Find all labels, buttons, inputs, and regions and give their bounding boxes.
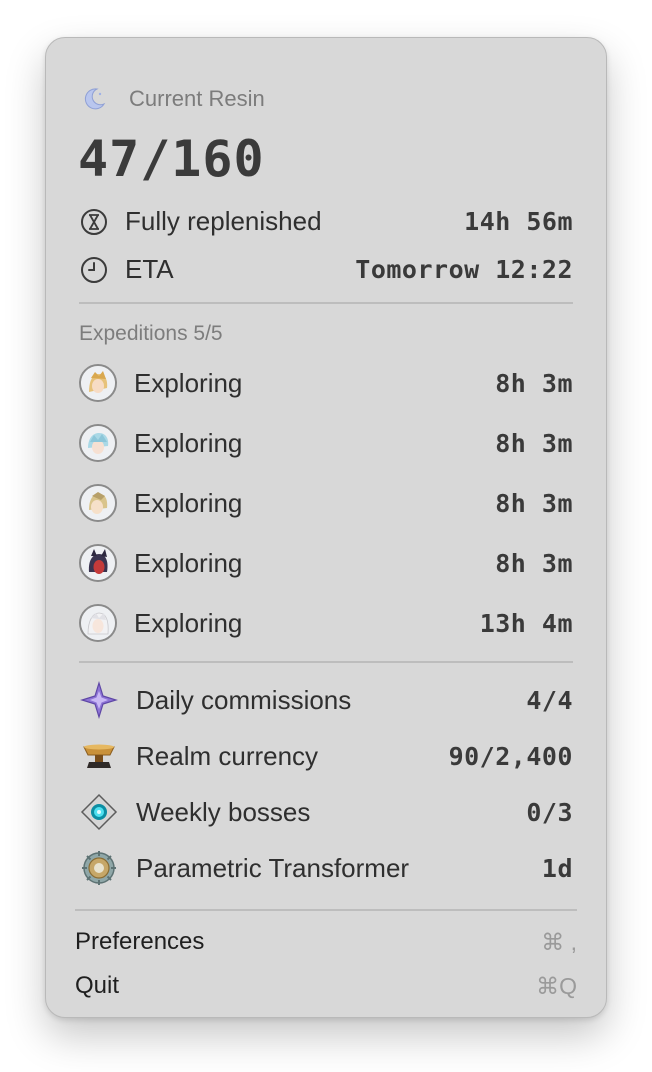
- weekly-bosses-label: Weekly bosses: [136, 796, 311, 827]
- preferences-label: Preferences: [75, 928, 205, 955]
- fully-replenished-label: Fully replenished: [125, 206, 322, 236]
- expedition-row: Exploring 8h 3m: [79, 424, 573, 462]
- daily-commission-icon: [79, 680, 119, 720]
- expedition-row: Exploring 8h 3m: [79, 364, 573, 402]
- quit-menu-item[interactable]: Quit ⌘Q: [75, 972, 577, 1000]
- daily-commissions-label: Daily commissions: [136, 684, 352, 715]
- fully-replenished-row: Fully replenished 14h 56m: [79, 206, 573, 237]
- separator: [79, 661, 573, 663]
- resin-menu-panel: Current Resin 47/160 Fully replenished 1…: [45, 37, 607, 1018]
- expedition-time: 13h 4m: [479, 608, 573, 638]
- clock-icon: [79, 255, 109, 285]
- parametric-transformer-icon: [79, 848, 119, 888]
- quit-shortcut: ⌘Q: [536, 972, 577, 999]
- expedition-status: Exploring: [134, 547, 243, 578]
- character-avatar-icon: [79, 484, 117, 522]
- preferences-shortcut: ⌘ ,: [541, 928, 577, 955]
- daily-commissions-row: Daily commissions 4/4: [79, 680, 573, 720]
- expedition-status: Exploring: [134, 427, 243, 458]
- expeditions-header: Expeditions 5/5: [79, 322, 223, 345]
- realm-currency-label: Realm currency: [136, 740, 319, 771]
- moon-icon: [79, 84, 109, 114]
- hourglass-icon: [79, 207, 109, 237]
- daily-commissions-value: 4/4: [526, 685, 573, 715]
- eta-label: ETA: [125, 254, 174, 284]
- preferences-menu-item[interactable]: Preferences ⌘ ,: [75, 928, 577, 956]
- character-avatar-icon: [79, 364, 117, 402]
- fully-replenished-value: 14h 56m: [464, 207, 573, 236]
- weekly-boss-icon: [79, 792, 119, 832]
- character-avatar-icon: [79, 604, 117, 642]
- weekly-bosses-value: 0/3: [526, 797, 573, 827]
- resin-header-label: Current Resin: [129, 86, 265, 111]
- expedition-row: Exploring 8h 3m: [79, 544, 573, 582]
- expedition-time: 8h 3m: [495, 488, 573, 518]
- expedition-time: 8h 3m: [495, 368, 573, 398]
- parametric-transformer-row: Parametric Transformer 1d: [79, 848, 573, 888]
- expedition-time: 8h 3m: [495, 548, 573, 578]
- character-avatar-icon: [79, 544, 117, 582]
- expedition-status: Exploring: [134, 367, 243, 398]
- weekly-bosses-row: Weekly bosses 0/3: [79, 792, 573, 832]
- resin-header: Current Resin: [79, 84, 265, 114]
- realm-currency-value: 90/2,400: [448, 741, 573, 771]
- quit-label: Quit: [75, 972, 120, 999]
- expedition-row: Exploring 8h 3m: [79, 484, 573, 522]
- resin-amount: 47/160: [78, 130, 265, 188]
- character-avatar-icon: [79, 424, 117, 462]
- realm-currency-icon: [79, 736, 119, 776]
- separator: [79, 302, 573, 304]
- eta-value: Tomorrow 12:22: [355, 255, 573, 284]
- parametric-transformer-label: Parametric Transformer: [136, 852, 410, 883]
- expedition-time: 8h 3m: [495, 428, 573, 458]
- expedition-status: Exploring: [134, 607, 243, 638]
- separator: [75, 909, 577, 911]
- expedition-status: Exploring: [134, 487, 243, 518]
- eta-row: ETA Tomorrow 12:22: [79, 254, 573, 285]
- expedition-row: Exploring 13h 4m: [79, 604, 573, 642]
- parametric-transformer-value: 1d: [541, 853, 573, 883]
- realm-currency-row: Realm currency 90/2,400: [79, 736, 573, 776]
